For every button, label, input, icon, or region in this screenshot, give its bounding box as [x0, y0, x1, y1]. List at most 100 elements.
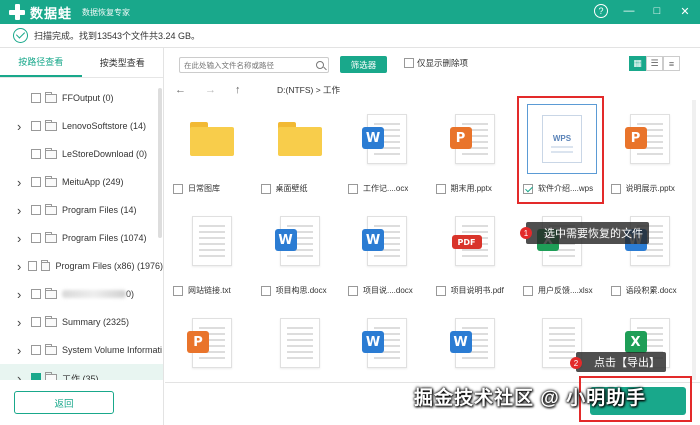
- file-thumbnail[interactable]: W: [352, 104, 422, 174]
- tree-node-checkbox[interactable]: [31, 177, 41, 187]
- sidebar-scrollbar[interactable]: [158, 88, 162, 238]
- show-deleted-checkbox[interactable]: [404, 58, 414, 68]
- folder-icon: [45, 147, 57, 159]
- file-thumbnail[interactable]: W: [440, 308, 510, 378]
- tree-node[interactable]: › System Volume Informati: [0, 336, 163, 364]
- tree-node[interactable]: › Program Files (14): [0, 196, 163, 224]
- filter-button[interactable]: 筛选器: [340, 56, 387, 73]
- file-thumbnail[interactable]: [177, 206, 247, 276]
- close-icon[interactable]: ✕: [678, 4, 692, 18]
- search-icon[interactable]: [316, 61, 324, 69]
- file-thumbnail[interactable]: W: [352, 206, 422, 276]
- file-tile[interactable]: W: [342, 304, 430, 382]
- tree-node[interactable]: › 0): [0, 280, 163, 308]
- detail-view-icon[interactable]: ≡: [663, 56, 680, 71]
- tree-node[interactable]: › Program Files (x86) (1976): [0, 252, 163, 280]
- tree-node-checkbox[interactable]: [31, 205, 41, 215]
- tree-node[interactable]: › Summary (2325): [0, 308, 163, 336]
- search-input[interactable]: [184, 60, 304, 70]
- expand-chevron-icon[interactable]: ›: [17, 287, 29, 302]
- minimize-icon[interactable]: —: [622, 4, 636, 18]
- file-tile[interactable]: 网站链接.txt: [167, 202, 255, 302]
- file-thumbnail[interactable]: [265, 308, 335, 378]
- tree-node-checkbox[interactable]: [31, 149, 41, 159]
- file-thumbnail[interactable]: P: [615, 104, 685, 174]
- expand-chevron-icon[interactable]: ›: [17, 343, 29, 358]
- file-thumbnail[interactable]: PDF: [440, 206, 510, 276]
- file-thumbnail[interactable]: WPS: [527, 104, 597, 174]
- tree-node-checkbox[interactable]: [31, 345, 41, 355]
- file-tile[interactable]: W: [430, 304, 518, 382]
- show-deleted-toggle[interactable]: 仅显示删除项: [401, 57, 468, 69]
- file-thumbnail[interactable]: P: [177, 308, 247, 378]
- file-tile[interactable]: W语段积累.docx: [605, 202, 693, 302]
- tree-node-checkbox[interactable]: [31, 317, 41, 327]
- tree-node[interactable]: › LenovoSoftstore (14): [0, 112, 163, 140]
- expand-chevron-icon[interactable]: ›: [17, 175, 29, 190]
- expand-chevron-icon[interactable]: ›: [17, 259, 26, 274]
- maximize-icon[interactable]: □: [650, 4, 664, 18]
- grid-scrollbar[interactable]: [692, 100, 696, 380]
- file-thumbnail[interactable]: [265, 104, 335, 174]
- back-button[interactable]: 返回: [14, 391, 114, 414]
- expand-chevron-icon[interactable]: ›: [17, 203, 29, 218]
- list-view-icon[interactable]: ☰: [646, 56, 663, 71]
- window-controls: ? — □ ✕: [594, 4, 692, 18]
- file-thumbnail[interactable]: W: [352, 308, 422, 378]
- expand-chevron-icon[interactable]: ›: [17, 231, 29, 246]
- back-arrow-icon[interactable]: ←: [175, 84, 195, 96]
- file-tile[interactable]: W 项目说....docx: [342, 202, 430, 302]
- tree-node[interactable]: › Program Files (1074): [0, 224, 163, 252]
- tree-node[interactable]: FFOutput (0): [0, 84, 163, 112]
- tree-node[interactable]: › 工作 (35): [0, 364, 163, 380]
- tree-node-checkbox[interactable]: [31, 93, 41, 103]
- file-tile[interactable]: X用户反馈....xlsx: [517, 202, 605, 302]
- file-tile[interactable]: P 说明展示.pptx: [605, 100, 693, 200]
- tree-node[interactable]: › MeituApp (249): [0, 168, 163, 196]
- expand-chevron-icon[interactable]: ›: [17, 371, 29, 381]
- file-checkbox[interactable]: [435, 183, 446, 194]
- expand-chevron-icon[interactable]: ›: [17, 119, 29, 134]
- file-checkbox[interactable]: [435, 285, 446, 296]
- tree-node-checkbox[interactable]: [31, 121, 41, 131]
- help-icon[interactable]: ?: [594, 4, 608, 18]
- up-arrow-icon[interactable]: ↑: [235, 84, 255, 96]
- tree-node[interactable]: LeStoreDownload (0): [0, 140, 163, 168]
- file-tile[interactable]: 日常图库: [167, 100, 255, 200]
- file-checkbox[interactable]: [610, 285, 621, 296]
- file-thumbnail[interactable]: P: [440, 104, 510, 174]
- tree-node-checkbox[interactable]: [31, 373, 41, 380]
- grid-view-icon[interactable]: ▦: [629, 56, 646, 71]
- tree-node-checkbox[interactable]: [31, 289, 41, 299]
- step1-number: 1: [520, 227, 532, 239]
- file-name: 工作记....ocx: [363, 184, 409, 193]
- file-thumbnail[interactable]: [177, 104, 247, 174]
- expand-chevron-icon[interactable]: ›: [17, 315, 29, 330]
- file-tile[interactable]: PDF 项目说明书.pdf: [430, 202, 518, 302]
- file-checkbox[interactable]: [610, 183, 621, 194]
- file-tile[interactable]: P 期末用.pptx: [430, 100, 518, 200]
- file-tile[interactable]: W 项目构思.docx: [255, 202, 343, 302]
- tab-by-type[interactable]: 按类型查看: [82, 48, 164, 77]
- forward-arrow-icon[interactable]: →: [205, 84, 225, 96]
- file-tile[interactable]: P: [167, 304, 255, 382]
- file-checkbox[interactable]: [173, 285, 183, 296]
- file-checkbox[interactable]: [260, 183, 271, 194]
- file-checkbox[interactable]: [523, 183, 533, 194]
- file-checkbox[interactable]: [173, 183, 183, 194]
- tree-node-checkbox[interactable]: [31, 233, 41, 243]
- file-checkbox[interactable]: [523, 285, 533, 296]
- file-tile[interactable]: W 工作记....ocx: [342, 100, 430, 200]
- ppt-file-icon: P: [187, 318, 232, 368]
- tree-node-checkbox[interactable]: [28, 261, 37, 271]
- file-tile[interactable]: WPS 软件介绍....wps: [517, 100, 605, 200]
- file-checkbox[interactable]: [348, 183, 358, 194]
- file-checkbox[interactable]: [348, 285, 358, 296]
- file-tile[interactable]: 桌面壁纸: [255, 100, 343, 200]
- tab-by-path[interactable]: 按路径查看: [0, 48, 82, 77]
- file-checkbox[interactable]: [260, 285, 271, 296]
- step2-number: 2: [570, 357, 582, 369]
- file-name: 软件介绍....wps: [538, 184, 594, 193]
- file-tile[interactable]: [255, 304, 343, 382]
- file-thumbnail[interactable]: W: [265, 206, 335, 276]
